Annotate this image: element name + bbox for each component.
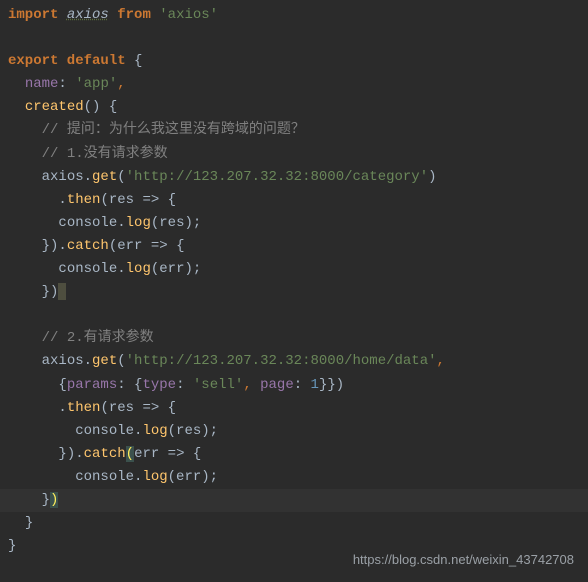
- string-literal: 'axios': [159, 7, 218, 23]
- watermark: https://blog.csdn.net/weixin_43742708: [353, 549, 574, 570]
- identifier: axios: [42, 353, 84, 369]
- brace: {: [126, 53, 143, 69]
- method-catch: catch: [84, 446, 126, 462]
- code-line: // 2.有请求参数: [8, 327, 580, 350]
- method-log: log: [126, 261, 151, 277]
- code-line: name: 'app',: [8, 73, 580, 96]
- arrow: => {: [159, 446, 201, 462]
- code-line: }).catch(err => {: [8, 443, 580, 466]
- code-line: console.log(err);: [8, 258, 580, 281]
- paren-brace: () {: [84, 99, 118, 115]
- code-line: console.log(res);: [8, 420, 580, 443]
- identifier-console: console: [58, 215, 117, 231]
- code-line: }): [8, 281, 580, 304]
- keyword-from: from: [117, 7, 151, 23]
- keyword-import: import: [8, 7, 58, 23]
- close-brace: }: [8, 538, 16, 554]
- code-line: export default {: [8, 50, 580, 73]
- code-editor: import axios from 'axios' export default…: [8, 4, 580, 558]
- identifier-console: console: [58, 261, 117, 277]
- method-created: created: [25, 99, 84, 115]
- code-line: axios.get('http://123.207.32.32:8000/hom…: [8, 350, 580, 373]
- paren-arg: (err);: [168, 469, 218, 485]
- comment: // 1.没有请求参数: [42, 146, 168, 162]
- param-err: err: [134, 446, 159, 462]
- identifier: axios: [42, 169, 84, 185]
- highlighted-paren: ): [50, 492, 58, 508]
- code-line: }).catch(err => {: [8, 235, 580, 258]
- code-line: {params: {type: 'sell', page: 1}}): [8, 374, 580, 397]
- close-paren: }).: [58, 446, 83, 462]
- prop-page: page: [260, 377, 294, 393]
- string-url: 'http://123.207.32.32:8000/home/data': [126, 353, 437, 369]
- method-get: get: [92, 353, 117, 369]
- method-log: log: [142, 423, 167, 439]
- method-then: then: [67, 400, 101, 416]
- code-line: .then(res => {: [8, 397, 580, 420]
- prop-name: name: [25, 76, 59, 92]
- param-res: res: [109, 400, 134, 416]
- code-line: created() {: [8, 96, 580, 119]
- param-res: res: [109, 192, 134, 208]
- code-line: // 提问：为什么我这里没有跨域的问题？: [8, 119, 580, 142]
- paren-arg: (res);: [168, 423, 218, 439]
- param-err: err: [117, 238, 142, 254]
- prop-params: params: [67, 377, 117, 393]
- paren-arg: (err);: [151, 261, 201, 277]
- string-literal: 'sell': [193, 377, 243, 393]
- method-log: log: [126, 215, 151, 231]
- code-line: }): [8, 489, 580, 512]
- string-url: 'http://123.207.32.32:8000/category': [126, 169, 428, 185]
- arrow: => {: [142, 238, 184, 254]
- identifier-console: console: [75, 423, 134, 439]
- module-name: axios: [67, 7, 109, 23]
- cursor: [58, 283, 66, 300]
- arrow: => {: [134, 400, 176, 416]
- close-paren: }): [42, 284, 59, 300]
- code-line: .then(res => {: [8, 189, 580, 212]
- comment: // 提问：为什么我这里没有跨域的问题？: [42, 122, 305, 138]
- code-line: axios.get('http://123.207.32.32:8000/cat…: [8, 166, 580, 189]
- method-catch: catch: [67, 238, 109, 254]
- code-line: console.log(res);: [8, 212, 580, 235]
- number-literal: 1: [311, 377, 319, 393]
- prop-type: type: [142, 377, 176, 393]
- identifier-console: console: [75, 469, 134, 485]
- code-line: }: [8, 512, 580, 535]
- code-line: [8, 304, 580, 327]
- close-paren: }).: [42, 238, 67, 254]
- close-brace: }: [25, 515, 33, 531]
- code-line: import axios from 'axios': [8, 4, 580, 27]
- method-then: then: [67, 192, 101, 208]
- code-line: console.log(err);: [8, 466, 580, 489]
- string-literal: 'app': [75, 76, 117, 92]
- method-get: get: [92, 169, 117, 185]
- paren-arg: (res);: [151, 215, 201, 231]
- arrow: => {: [134, 192, 176, 208]
- method-log: log: [142, 469, 167, 485]
- highlighted-paren: (: [126, 446, 134, 462]
- code-line: [8, 27, 580, 50]
- keyword-export: export default: [8, 53, 126, 69]
- close-brace: }: [42, 492, 50, 508]
- comment: // 2.有请求参数: [42, 330, 154, 346]
- code-line: // 1.没有请求参数: [8, 143, 580, 166]
